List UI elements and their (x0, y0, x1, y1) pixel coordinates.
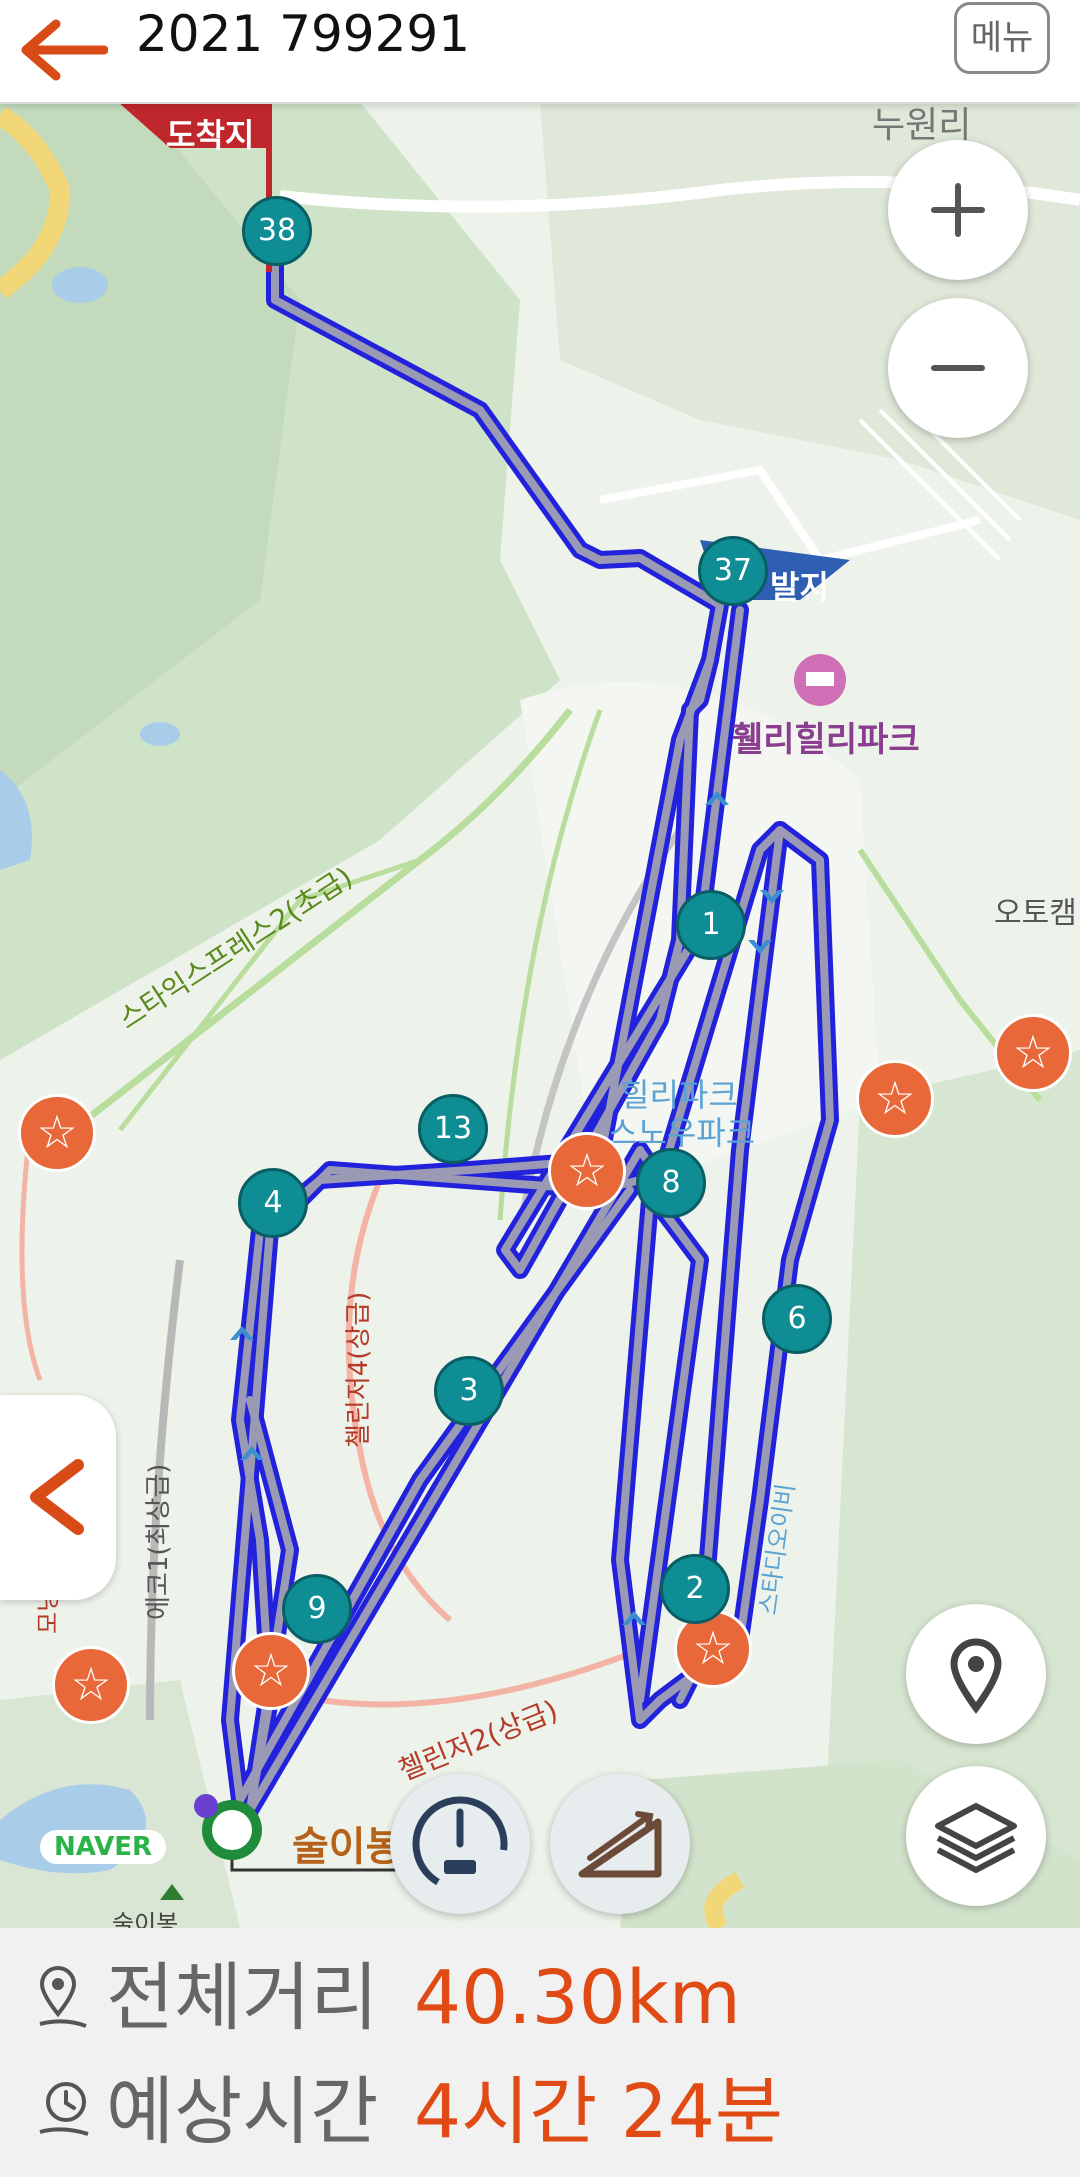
waypoint-marker[interactable]: 1 (676, 890, 746, 960)
waypoint-number: 9 (307, 1591, 327, 1626)
distance-label: 전체거리 (106, 1955, 379, 2041)
location-pin-icon (950, 1638, 1002, 1714)
park-label: 휄리힐리파크 (732, 720, 920, 760)
waypoint-marker[interactable]: 38 (242, 196, 312, 266)
snowpark-label-b: 스노우파크 (608, 1114, 756, 1152)
star-marker[interactable]: ☆ (18, 1094, 96, 1172)
waypoint-number: 6 (787, 1301, 807, 1336)
slope-button[interactable] (550, 1774, 690, 1914)
menu-button[interactable]: 메뉴 (954, 2, 1050, 74)
route-info-panel: 전체거리 40.30km 예상시간 4시간 24분 (0, 1928, 1080, 2177)
arrival-flag-label: 도착지 (166, 116, 255, 154)
waypoint-number: 1 (701, 907, 721, 942)
waypoint-marker[interactable]: 37 (698, 536, 768, 606)
star-marker[interactable]: ☆ (994, 1014, 1072, 1092)
star-marker[interactable]: ☆ (856, 1060, 934, 1138)
time-value: 4시간 24분 (414, 2069, 784, 2155)
waypoint-marker[interactable]: 13 (418, 1094, 488, 1164)
map-view[interactable]: 도착지 발지 누원리 휄리힐리파크 오토캠 스타익스프레스2(초급) 첼린저4(… (0, 102, 1080, 1928)
route-distance-icon (39, 1966, 87, 2028)
waypoint-number: 13 (433, 1111, 473, 1146)
waypoint-number: 2 (685, 1571, 705, 1606)
layers-icon (935, 1803, 1017, 1873)
chevron-left-icon (30, 1459, 84, 1535)
slope-challenger4-label: 첼린저4(상급) (344, 1291, 374, 1448)
route-time-icon (39, 2082, 89, 2136)
place-bottom-label-2: 술이봉 (112, 1910, 179, 1928)
waypoint-marker[interactable]: 9 (282, 1574, 352, 1644)
waypoint-marker[interactable]: 3 (434, 1356, 504, 1426)
slope-eco1-label: 에코1(최상급) (144, 1463, 174, 1620)
star-marker[interactable]: ☆ (52, 1646, 130, 1724)
camp-label: 오토캠 (994, 896, 1077, 931)
waypoint-marker[interactable]: 6 (762, 1284, 832, 1354)
naver-logo: NAVER (40, 1830, 167, 1864)
time-label: 예상시간 (106, 2069, 379, 2155)
zoom-out-button[interactable] (888, 298, 1028, 438)
location-button[interactable] (906, 1604, 1046, 1744)
waypoint-number: 38 (257, 213, 297, 248)
waypoint-marker[interactable]: 2 (660, 1554, 730, 1624)
waypoint-number: 4 (263, 1185, 283, 1220)
distance-row: 전체거리 40.30km (34, 1948, 1034, 2048)
layers-button[interactable] (906, 1766, 1046, 1906)
page-title: 2021 799291 (136, 5, 471, 63)
slope-icon (578, 1811, 662, 1878)
side-panel-toggle[interactable] (0, 1395, 116, 1600)
time-row: 예상시간 4시간 24분 (34, 2062, 1034, 2162)
speedometer-icon (412, 1796, 508, 1892)
star-marker[interactable]: ☆ (232, 1632, 310, 1710)
zoom-out-icon (931, 365, 985, 371)
waypoint-marker[interactable]: 4 (238, 1168, 308, 1238)
departure-flag-label: 발지 (770, 568, 829, 606)
waypoint-marker[interactable]: 8 (636, 1148, 706, 1218)
star-marker[interactable]: ☆ (548, 1132, 626, 1210)
waypoint-number: 3 (459, 1373, 479, 1408)
distance-value: 40.30km (414, 1955, 741, 2041)
waypoint-number: 8 (661, 1165, 681, 1200)
place-bottom-label: 술이봉 (292, 1824, 403, 1870)
zoom-in-button[interactable] (888, 140, 1028, 280)
speedometer-button[interactable] (390, 1774, 530, 1914)
waypoint-number: 37 (713, 553, 753, 588)
back-arrow-icon[interactable] (18, 16, 108, 84)
zoom-in-icon (931, 183, 985, 237)
top-bar: 2021 799291 메뉴 (0, 0, 1080, 104)
